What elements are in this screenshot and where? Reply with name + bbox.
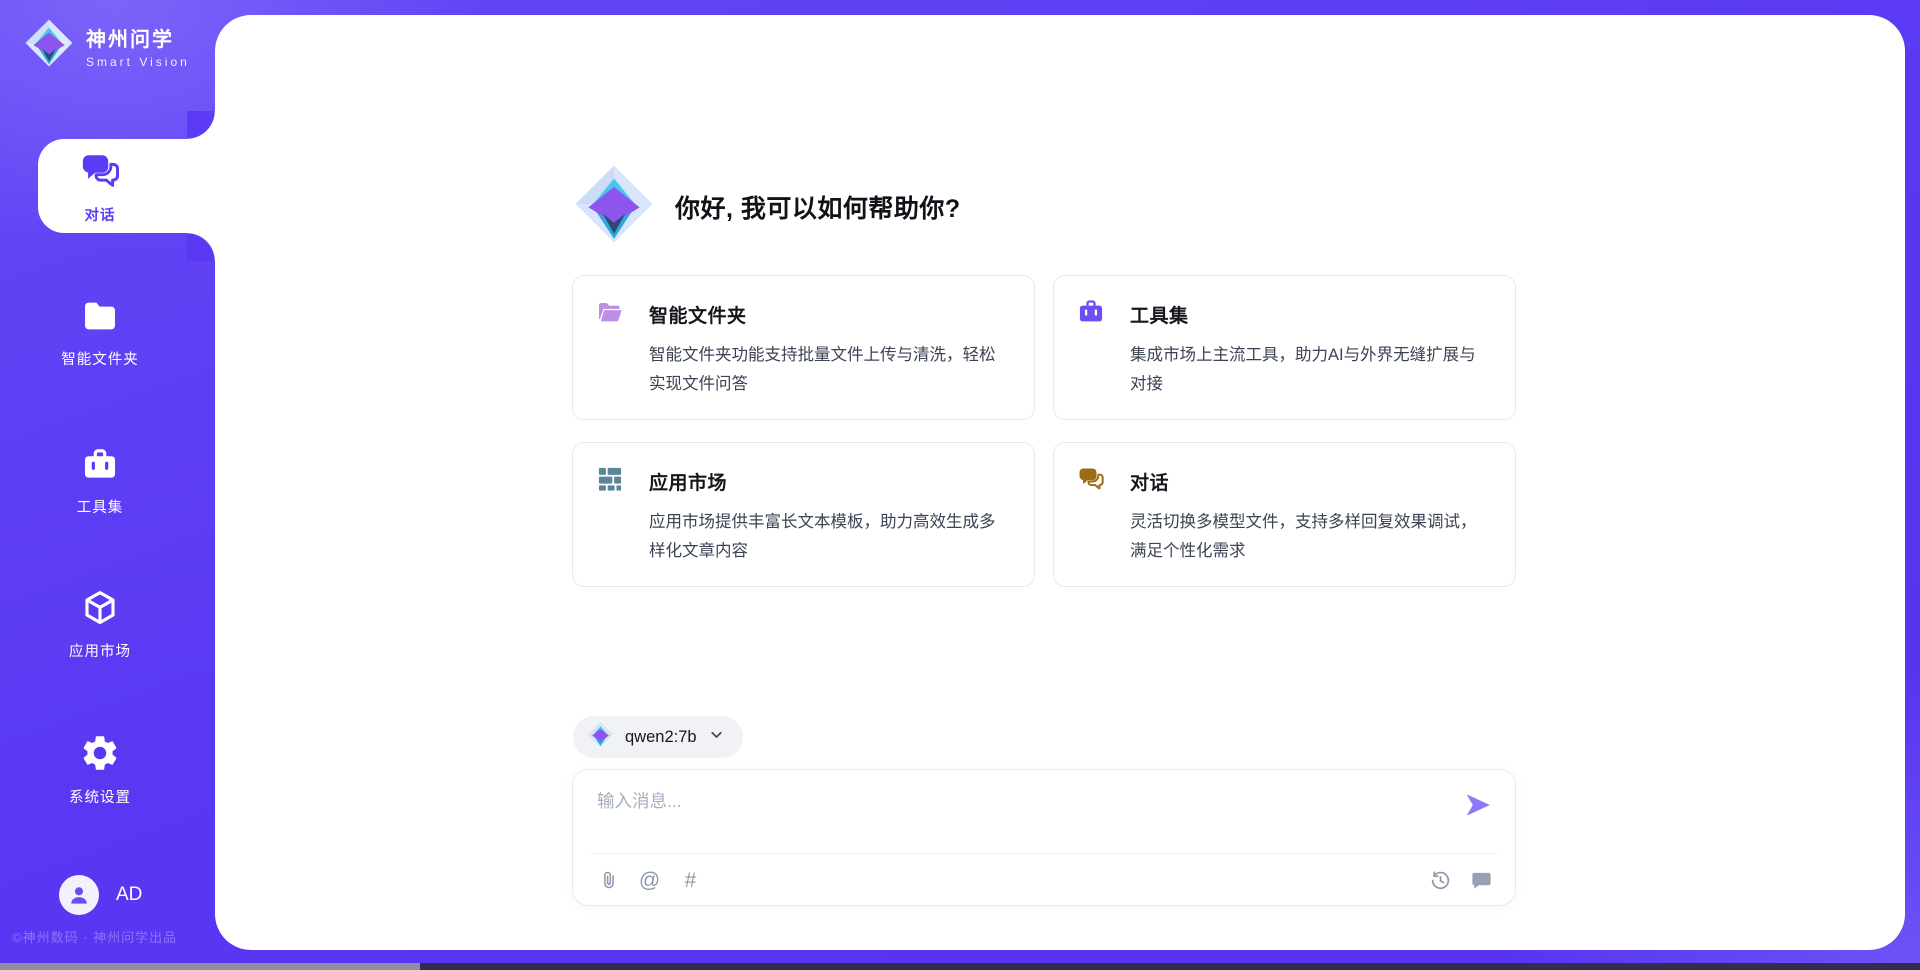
card-smart-folder[interactable]: 智能文件夹 智能文件夹功能支持批量文件上传与清洗，轻松实现文件问答: [572, 275, 1035, 420]
grid-icon: [596, 465, 624, 498]
sidebar-item-smart-folder[interactable]: 智能文件夹: [0, 296, 200, 369]
card-chat[interactable]: 对话 灵活切换多模型文件，支持多样回复效果调试，满足个性化需求: [1053, 442, 1516, 587]
model-name: qwen2:7b: [625, 728, 697, 747]
brand-diamond-icon: [24, 18, 74, 73]
model-selector[interactable]: qwen2:7b: [573, 716, 743, 758]
sidebar-item-toolset[interactable]: 工具集: [0, 446, 200, 517]
user-profile[interactable]: AD: [59, 875, 142, 915]
tab-fillet-top: [187, 111, 215, 139]
greeting-title: 你好, 我可以如何帮助你?: [675, 189, 961, 225]
sidebar-item-label: 对话: [85, 204, 116, 225]
sidebar-item-label: 系统设置: [69, 786, 131, 807]
brand-tagline: Smart Vision: [86, 55, 190, 69]
horizontal-scrollbar[interactable]: [0, 963, 1920, 970]
card-toolset[interactable]: 工具集 集成市场上主流工具，助力AI与外界无缝扩展与对接: [1053, 275, 1516, 420]
folder-icon: [80, 296, 120, 341]
greeting-diamond-icon: [573, 163, 655, 250]
copyright-text: ©神州数码 · 神州问学出品: [12, 927, 212, 946]
card-title: 应用市场: [649, 468, 727, 495]
message-input[interactable]: [597, 788, 1447, 846]
sidebar: 神州问学 Smart Vision 对话 智能: [0, 0, 215, 970]
brand-text: 神州问学 Smart Vision: [86, 23, 190, 69]
greeting-row: 你好, 我可以如何帮助你?: [573, 163, 961, 250]
sidebar-item-settings[interactable]: 系统设置: [0, 732, 200, 807]
main-panel: 你好, 我可以如何帮助你? 智能文件夹 智能文件夹功能支持批量文件上传与清洗，轻…: [215, 15, 1905, 950]
user-name: AD: [116, 884, 142, 906]
history-icon[interactable]: [1429, 869, 1452, 892]
chat-icon: [1077, 465, 1105, 498]
at-icon[interactable]: @: [638, 869, 661, 892]
user-avatar-icon: [66, 882, 92, 908]
composer-toolbar: @ #: [597, 864, 1493, 896]
model-logo-icon: [587, 721, 614, 753]
briefcase-icon: [1077, 298, 1105, 331]
sidebar-item-app-market[interactable]: 应用市场: [0, 588, 200, 661]
chat-bubble-icon[interactable]: [1470, 869, 1493, 892]
feature-cards: 智能文件夹 智能文件夹功能支持批量文件上传与清洗，轻松实现文件问答 工具集: [572, 275, 1516, 587]
tab-fillet-bottom: [187, 233, 215, 261]
card-app-market[interactable]: 应用市场 应用市场提供丰富长文本模板，助力高效生成多样化文章内容: [572, 442, 1035, 587]
card-title: 工具集: [1130, 301, 1189, 328]
card-title: 智能文件夹: [649, 301, 747, 328]
card-description: 灵活切换多模型文件，支持多样回复效果调试，满足个性化需求: [1130, 508, 1491, 566]
folder-open-icon: [596, 298, 624, 331]
chevron-down-icon: [708, 726, 725, 748]
sidebar-item-label: 智能文件夹: [61, 348, 139, 369]
paperclip-icon[interactable]: [597, 869, 620, 892]
send-icon[interactable]: [1463, 790, 1493, 820]
card-description: 智能文件夹功能支持批量文件上传与清洗，轻松实现文件问答: [649, 341, 1010, 399]
gear-icon: [79, 732, 121, 779]
sidebar-item-label: 应用市场: [69, 640, 131, 661]
card-description: 集成市场上主流工具，助力AI与外界无缝扩展与对接: [1130, 341, 1491, 399]
composer-divider: [591, 853, 1497, 854]
brand-name: 神州问学: [86, 23, 190, 52]
chat-icon: [79, 150, 121, 197]
brand-logo: 神州问学 Smart Vision: [24, 18, 190, 73]
avatar: [59, 875, 99, 915]
message-composer: @ #: [572, 769, 1516, 906]
hash-icon[interactable]: #: [679, 869, 702, 892]
card-title: 对话: [1130, 468, 1169, 495]
sidebar-item-chat[interactable]: 对话: [0, 150, 200, 225]
sidebar-item-label: 工具集: [77, 496, 124, 517]
card-description: 应用市场提供丰富长文本模板，助力高效生成多样化文章内容: [649, 508, 1010, 566]
briefcase-icon: [81, 446, 119, 489]
app-window: 神州问学 Smart Vision 对话 智能: [0, 0, 1920, 970]
scrollbar-thumb[interactable]: [0, 963, 420, 970]
cube-icon: [80, 588, 120, 633]
